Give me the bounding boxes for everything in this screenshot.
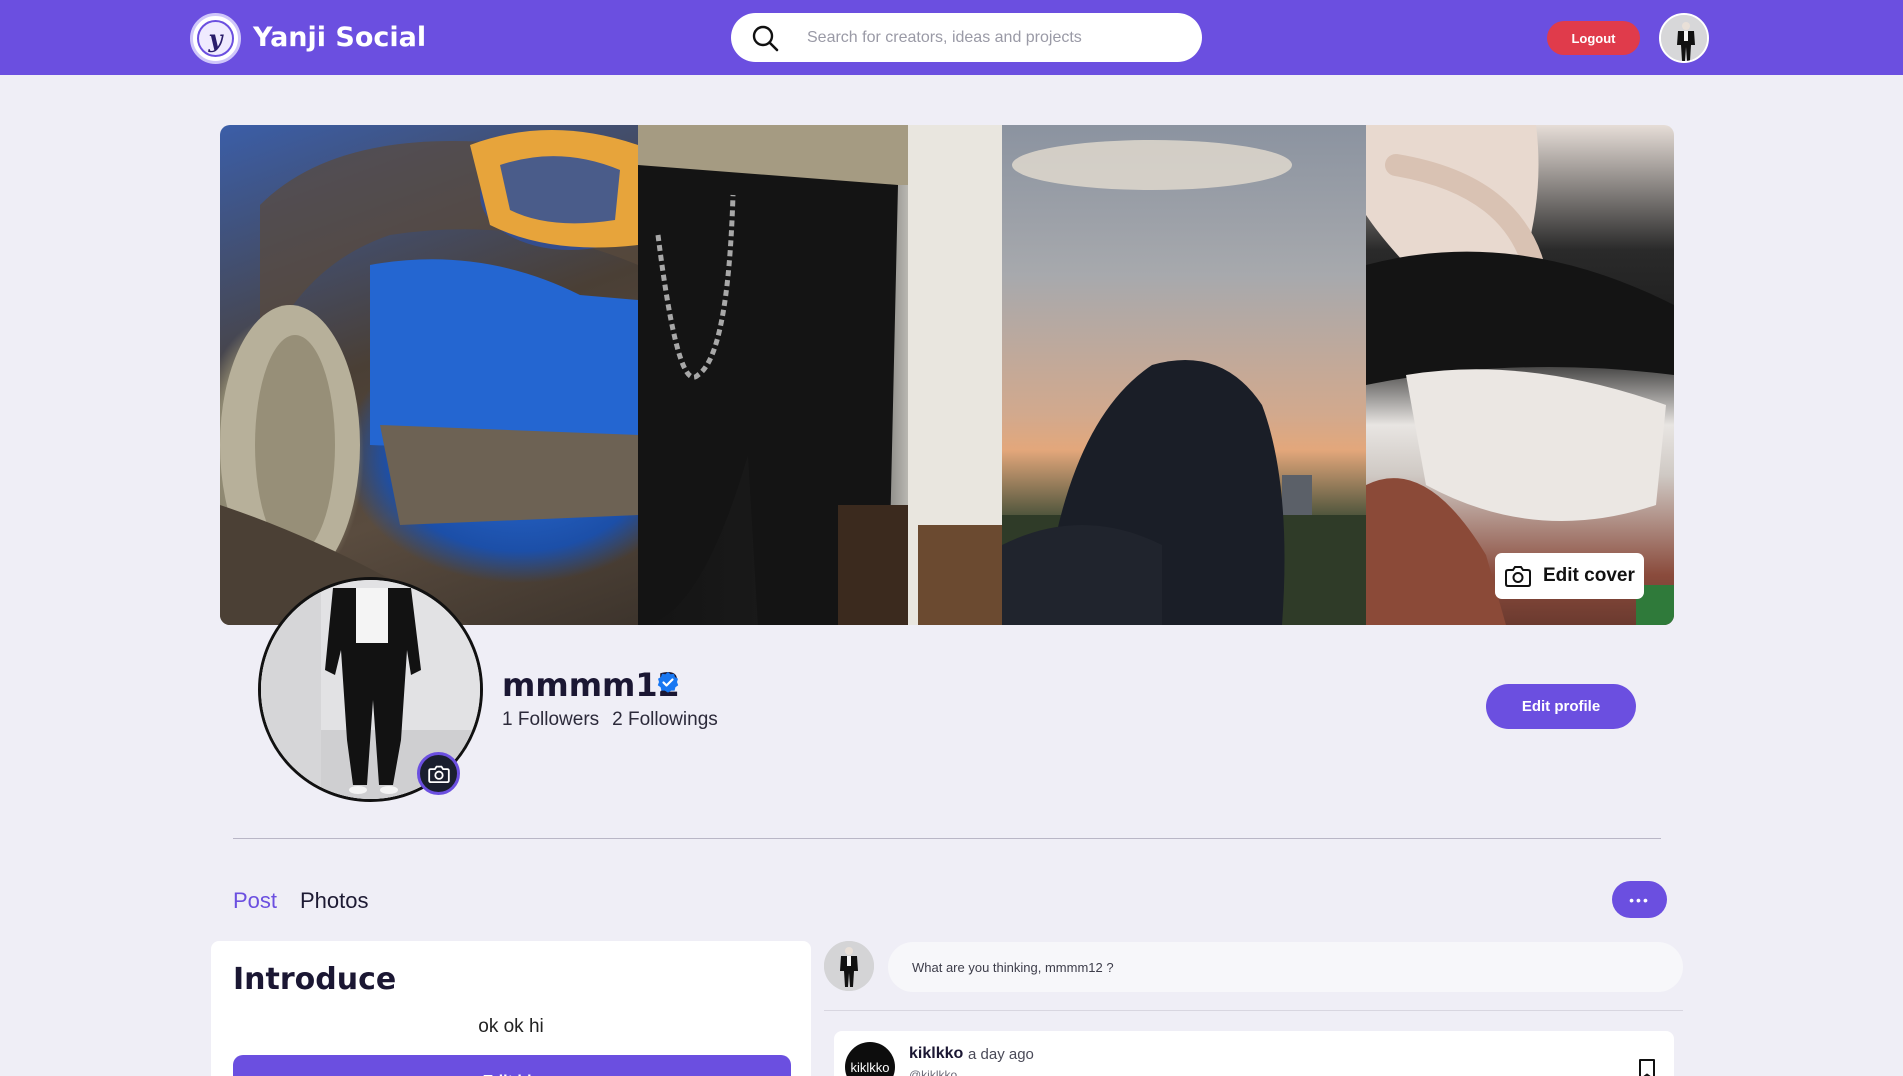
- more-options-button[interactable]: •••: [1612, 881, 1667, 918]
- section-divider: [233, 838, 1661, 839]
- black-pants-illustration: [638, 125, 1002, 625]
- composer-divider: [824, 1010, 1683, 1011]
- hooded-figure-sunset-illustration: [1002, 140, 1366, 625]
- cap-mask-illustration: [1366, 125, 1674, 625]
- post-author-name[interactable]: kiklkko: [909, 1045, 963, 1063]
- cover-image-cap-mask: [1366, 125, 1674, 625]
- camera-icon: [427, 765, 450, 783]
- follow-stats: 1 Followers 2 Followings: [502, 709, 718, 731]
- person-silhouette-icon: [824, 941, 874, 991]
- brand-name[interactable]: Yanji Social: [253, 22, 426, 53]
- tab-photos[interactable]: Photos: [300, 888, 369, 914]
- cover-photo: [220, 125, 1674, 625]
- verified-badge-icon: [657, 672, 679, 693]
- app-logo[interactable]: y: [190, 13, 241, 64]
- headphones-sunglasses-illustration: [220, 130, 638, 625]
- bookmark-icon[interactable]: [1638, 1059, 1656, 1076]
- search-icon: [752, 25, 779, 52]
- followings-count[interactable]: 2 Followings: [612, 709, 718, 731]
- post-timestamp: a day ago: [968, 1046, 1034, 1063]
- camera-icon: [1505, 566, 1531, 587]
- profile-username: mmmm12: [502, 666, 680, 704]
- search-input[interactable]: [807, 13, 1187, 62]
- post-author-avatar[interactable]: kiklkko: [845, 1042, 895, 1076]
- logout-button[interactable]: Logout: [1547, 21, 1640, 55]
- cover-image-pants: [638, 125, 1002, 625]
- cover-image-headphones: [220, 125, 638, 625]
- post-composer-input[interactable]: [888, 942, 1683, 992]
- logo-letter: y: [197, 20, 234, 57]
- edit-profile-button[interactable]: Edit profile: [1486, 684, 1636, 729]
- introduce-title: Introduce: [233, 962, 397, 997]
- person-silhouette-icon: [1661, 15, 1707, 61]
- composer-avatar[interactable]: [824, 941, 874, 991]
- change-avatar-button[interactable]: [417, 752, 460, 795]
- top-navigation-bar: y Yanji Social Logout: [0, 0, 1903, 75]
- cover-image-sunset: [1002, 125, 1366, 625]
- edit-cover-label: Edit cover: [1543, 565, 1635, 586]
- search-bar[interactable]: [731, 13, 1202, 62]
- edit-cover-button[interactable]: Edit cover: [1495, 553, 1644, 599]
- post-card: kiklkko kiklkko a day ago @kiklkko: [834, 1031, 1674, 1076]
- edit-bio-button[interactable]: Edit bio: [233, 1055, 791, 1076]
- bio-text: ok ok hi: [478, 1016, 544, 1037]
- user-avatar[interactable]: [1659, 13, 1709, 63]
- followers-count[interactable]: 1 Followers: [502, 709, 599, 731]
- tab-post[interactable]: Post: [233, 888, 277, 914]
- post-author-handle: @kiklkko: [909, 1068, 958, 1076]
- introduce-card: Introduce ok ok hi Edit bio: [211, 941, 811, 1076]
